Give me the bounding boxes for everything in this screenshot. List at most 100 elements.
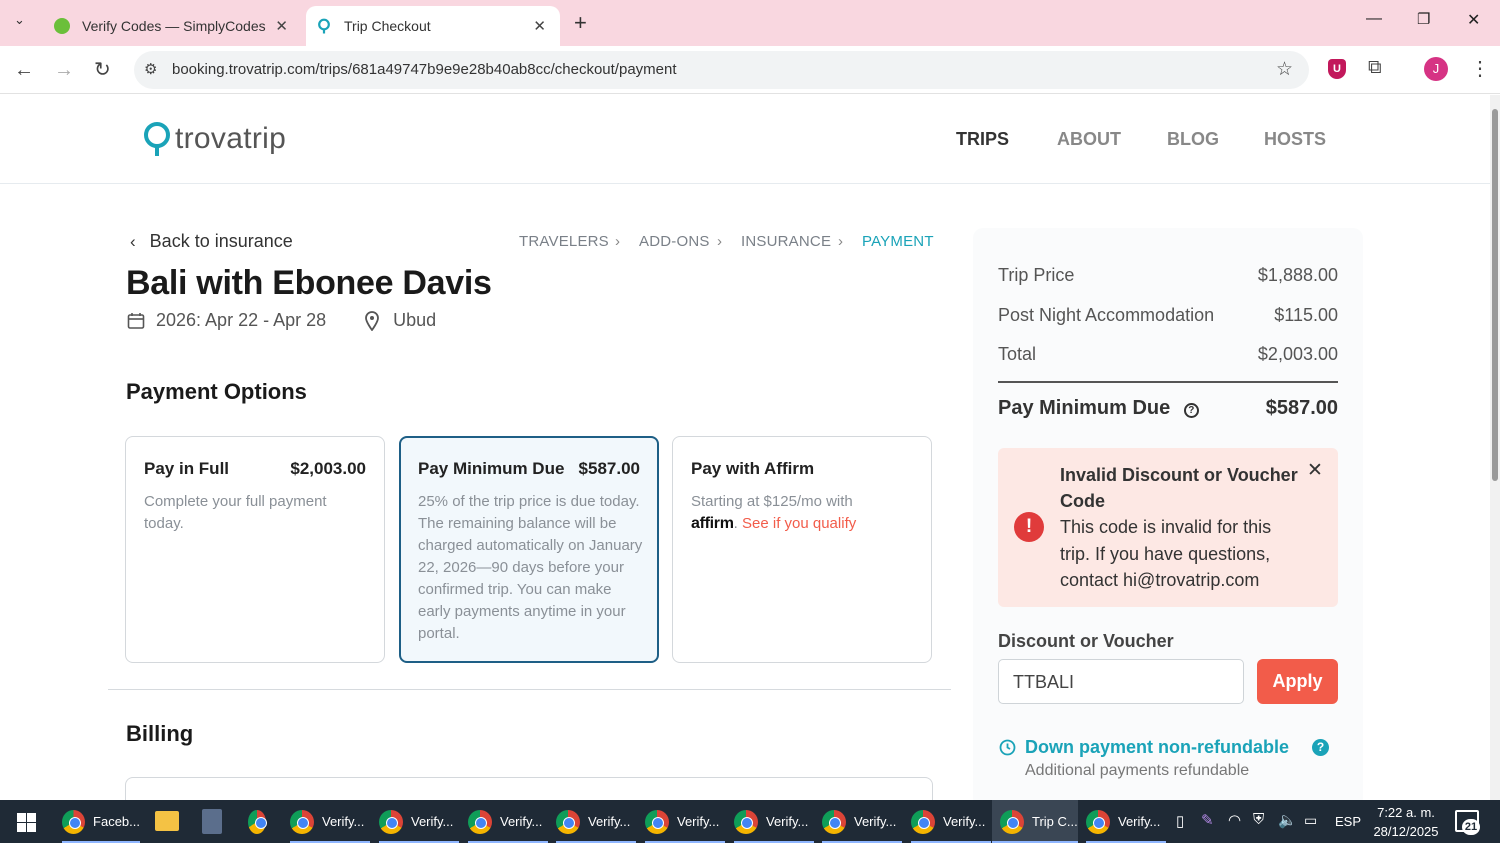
taskbar-verify-9[interactable]: Verify... (1086, 800, 1166, 843)
chrome-icon (822, 809, 846, 834)
taskbar-verify-7[interactable]: Verify... (822, 800, 902, 843)
back-icon[interactable]: ← (14, 58, 34, 82)
affirm-logo: affirm (691, 515, 734, 532)
logo-text: trovatrip (175, 122, 287, 155)
extensions-puzzle-icon[interactable]: ⧉ (1368, 57, 1382, 79)
browser-menu-icon[interactable]: ⋮ (1470, 56, 1490, 81)
taskbar-verify-1[interactable]: Verify... (290, 800, 370, 843)
usb-icon[interactable]: ▯ (1176, 812, 1184, 830)
taskbar-verify-6[interactable]: Verify... (734, 800, 814, 843)
tab-title: Verify Codes — SimplyCodes (82, 18, 266, 34)
reload-icon[interactable]: ↻ (94, 58, 111, 82)
nav-about[interactable]: ABOUT (1057, 129, 1121, 150)
trovatrip-favicon-icon (316, 18, 332, 34)
option-description: Starting at $125/mo with affirm. See if … (691, 491, 917, 535)
tab-trip-checkout[interactable]: Trip Checkout ✕ (306, 6, 560, 46)
summary-row-post-night: Post Night Accommodation $115.00 (998, 305, 1338, 326)
option-pay-minimum-due[interactable]: Pay Minimum Due $587.00 25% of the trip … (399, 436, 659, 663)
calculator-icon[interactable] (202, 809, 222, 834)
browser-tabstrip: ⌄ Verify Codes — SimplyCodes ✕ Trip Chec… (0, 0, 1500, 46)
url-text[interactable]: booking.trovatrip.com/trips/681a49747b9e… (172, 61, 677, 78)
nav-hosts[interactable]: HOSTS (1264, 129, 1326, 150)
chrome-icon (62, 809, 86, 834)
chrome-icon (556, 809, 580, 834)
chrome-icon (1000, 809, 1024, 834)
bookmark-star-icon[interactable]: ☆ (1276, 58, 1293, 81)
profile-avatar[interactable]: J (1424, 57, 1448, 81)
discount-label: Discount or Voucher (998, 631, 1174, 651)
taskbar-verify-5[interactable]: Verify... (645, 800, 725, 843)
close-alert-icon[interactable]: ✕ (1307, 459, 1323, 482)
row-label: Total (998, 344, 1037, 364)
tab-search-icon[interactable]: ⌄ (14, 12, 25, 28)
refund-title: Down payment non-refundable (1025, 737, 1290, 757)
pen-icon[interactable]: ✎ (1201, 811, 1214, 829)
taskbar-verify-3[interactable]: Verify... (468, 800, 548, 843)
file-explorer-icon[interactable] (155, 811, 179, 831)
restore-icon[interactable]: ❐ (1417, 10, 1430, 28)
clock-time: 7:22 a. m. (1377, 805, 1435, 820)
nav-blog[interactable]: BLOG (1167, 129, 1219, 150)
row-value: $2,003.00 (1257, 344, 1338, 364)
refund-help-icon[interactable]: ? (1312, 739, 1329, 756)
chevron-right-icon: › (838, 233, 844, 250)
row-value: $1,888.00 (1257, 265, 1338, 285)
windows-start-icon[interactable] (17, 813, 36, 832)
taskbar-verify-2[interactable]: Verify... (379, 800, 459, 843)
chrome-icon (1086, 809, 1110, 834)
page-scrollbar[interactable] (1490, 95, 1500, 800)
shield-icon[interactable]: ⛨ (1253, 811, 1264, 828)
option-title: Pay with Affirm (691, 459, 815, 478)
scrollbar-thumb[interactable] (1492, 109, 1498, 481)
clock[interactable]: 7:22 a. m. 28/12/2025 (1370, 803, 1442, 841)
min-due-value: $587.00 (1265, 397, 1338, 419)
address-bar[interactable]: ⚙ booking.trovatrip.com/trips/681a49747b… (134, 51, 1309, 89)
clock-icon (999, 739, 1016, 756)
taskbar-verify-4[interactable]: Verify... (556, 800, 636, 843)
summary-row-trip-price: Trip Price $1,888.00 (998, 265, 1338, 286)
step-travelers[interactable]: TRAVELERS (519, 233, 609, 250)
volume-icon[interactable]: 🔈 (1278, 811, 1297, 829)
wifi-icon[interactable]: ◠ (1228, 811, 1241, 829)
trovatrip-pin-icon (144, 122, 170, 156)
option-pay-in-full[interactable]: Pay in Full $2,003.00 Complete your full… (125, 436, 385, 663)
trovatrip-logo[interactable]: trovatrip (142, 121, 286, 157)
taskbar-trip-checkout[interactable]: Trip C... (992, 800, 1078, 843)
help-icon[interactable]: ? (1183, 403, 1199, 418)
minimize-icon[interactable]: — (1366, 10, 1382, 28)
nav-trips[interactable]: TRIPS (956, 129, 1009, 150)
back-to-insurance-link[interactable]: ‹ Back to insurance (130, 231, 293, 252)
discount-input[interactable]: TTBALI (998, 659, 1244, 704)
step-insurance[interactable]: INSURANCE (741, 233, 831, 250)
language-indicator[interactable]: ESP (1335, 814, 1361, 829)
forward-icon[interactable]: → (54, 58, 74, 82)
ublock-extension-icon[interactable]: U (1328, 59, 1346, 79)
summary-row-total: Total $2,003.00 (998, 344, 1338, 365)
option-description: Complete your full payment today. (144, 493, 327, 532)
close-tab-icon[interactable]: ✕ (275, 17, 288, 35)
trip-title: Bali with Ebonee Davis (126, 264, 492, 302)
close-window-icon[interactable]: ✕ (1467, 10, 1480, 30)
see-if-you-qualify-link[interactable]: See if you qualify (742, 515, 856, 532)
tab-simplycodes[interactable]: Verify Codes — SimplyCodes ✕ (46, 6, 302, 46)
summary-min-due: Pay Minimum Due ? $587.00 (998, 397, 1338, 420)
alert-title: Invalid Discount or Voucher Code (1060, 465, 1298, 511)
new-tab-icon[interactable]: + (574, 10, 587, 36)
close-tab-icon[interactable]: ✕ (533, 17, 546, 35)
alert-body: This code is invalid for this trip. If y… (1060, 517, 1272, 590)
option-pay-with-affirm[interactable]: Pay with Affirm Starting at $125/mo with… (672, 436, 932, 663)
option-title: Pay in Full (144, 459, 230, 478)
chevron-right-icon: › (717, 233, 723, 250)
taskbar-verify-8[interactable]: Verify... (911, 800, 991, 843)
min-due-label: Pay Minimum Due (998, 397, 1171, 419)
billing-heading: Billing (126, 721, 194, 746)
tab-title: Trip Checkout (344, 18, 431, 34)
battery-icon[interactable]: ▭ (1304, 812, 1317, 829)
affirm-period: . (733, 515, 738, 532)
apply-button[interactable]: Apply (1257, 659, 1338, 704)
step-payment[interactable]: PAYMENT (862, 233, 934, 250)
chrome-pinned-icon[interactable] (248, 800, 274, 843)
site-settings-icon[interactable]: ⚙ (144, 60, 157, 78)
step-add-ons[interactable]: ADD-ONS (639, 233, 710, 250)
taskbar-facebook[interactable]: Faceb... (62, 800, 140, 843)
